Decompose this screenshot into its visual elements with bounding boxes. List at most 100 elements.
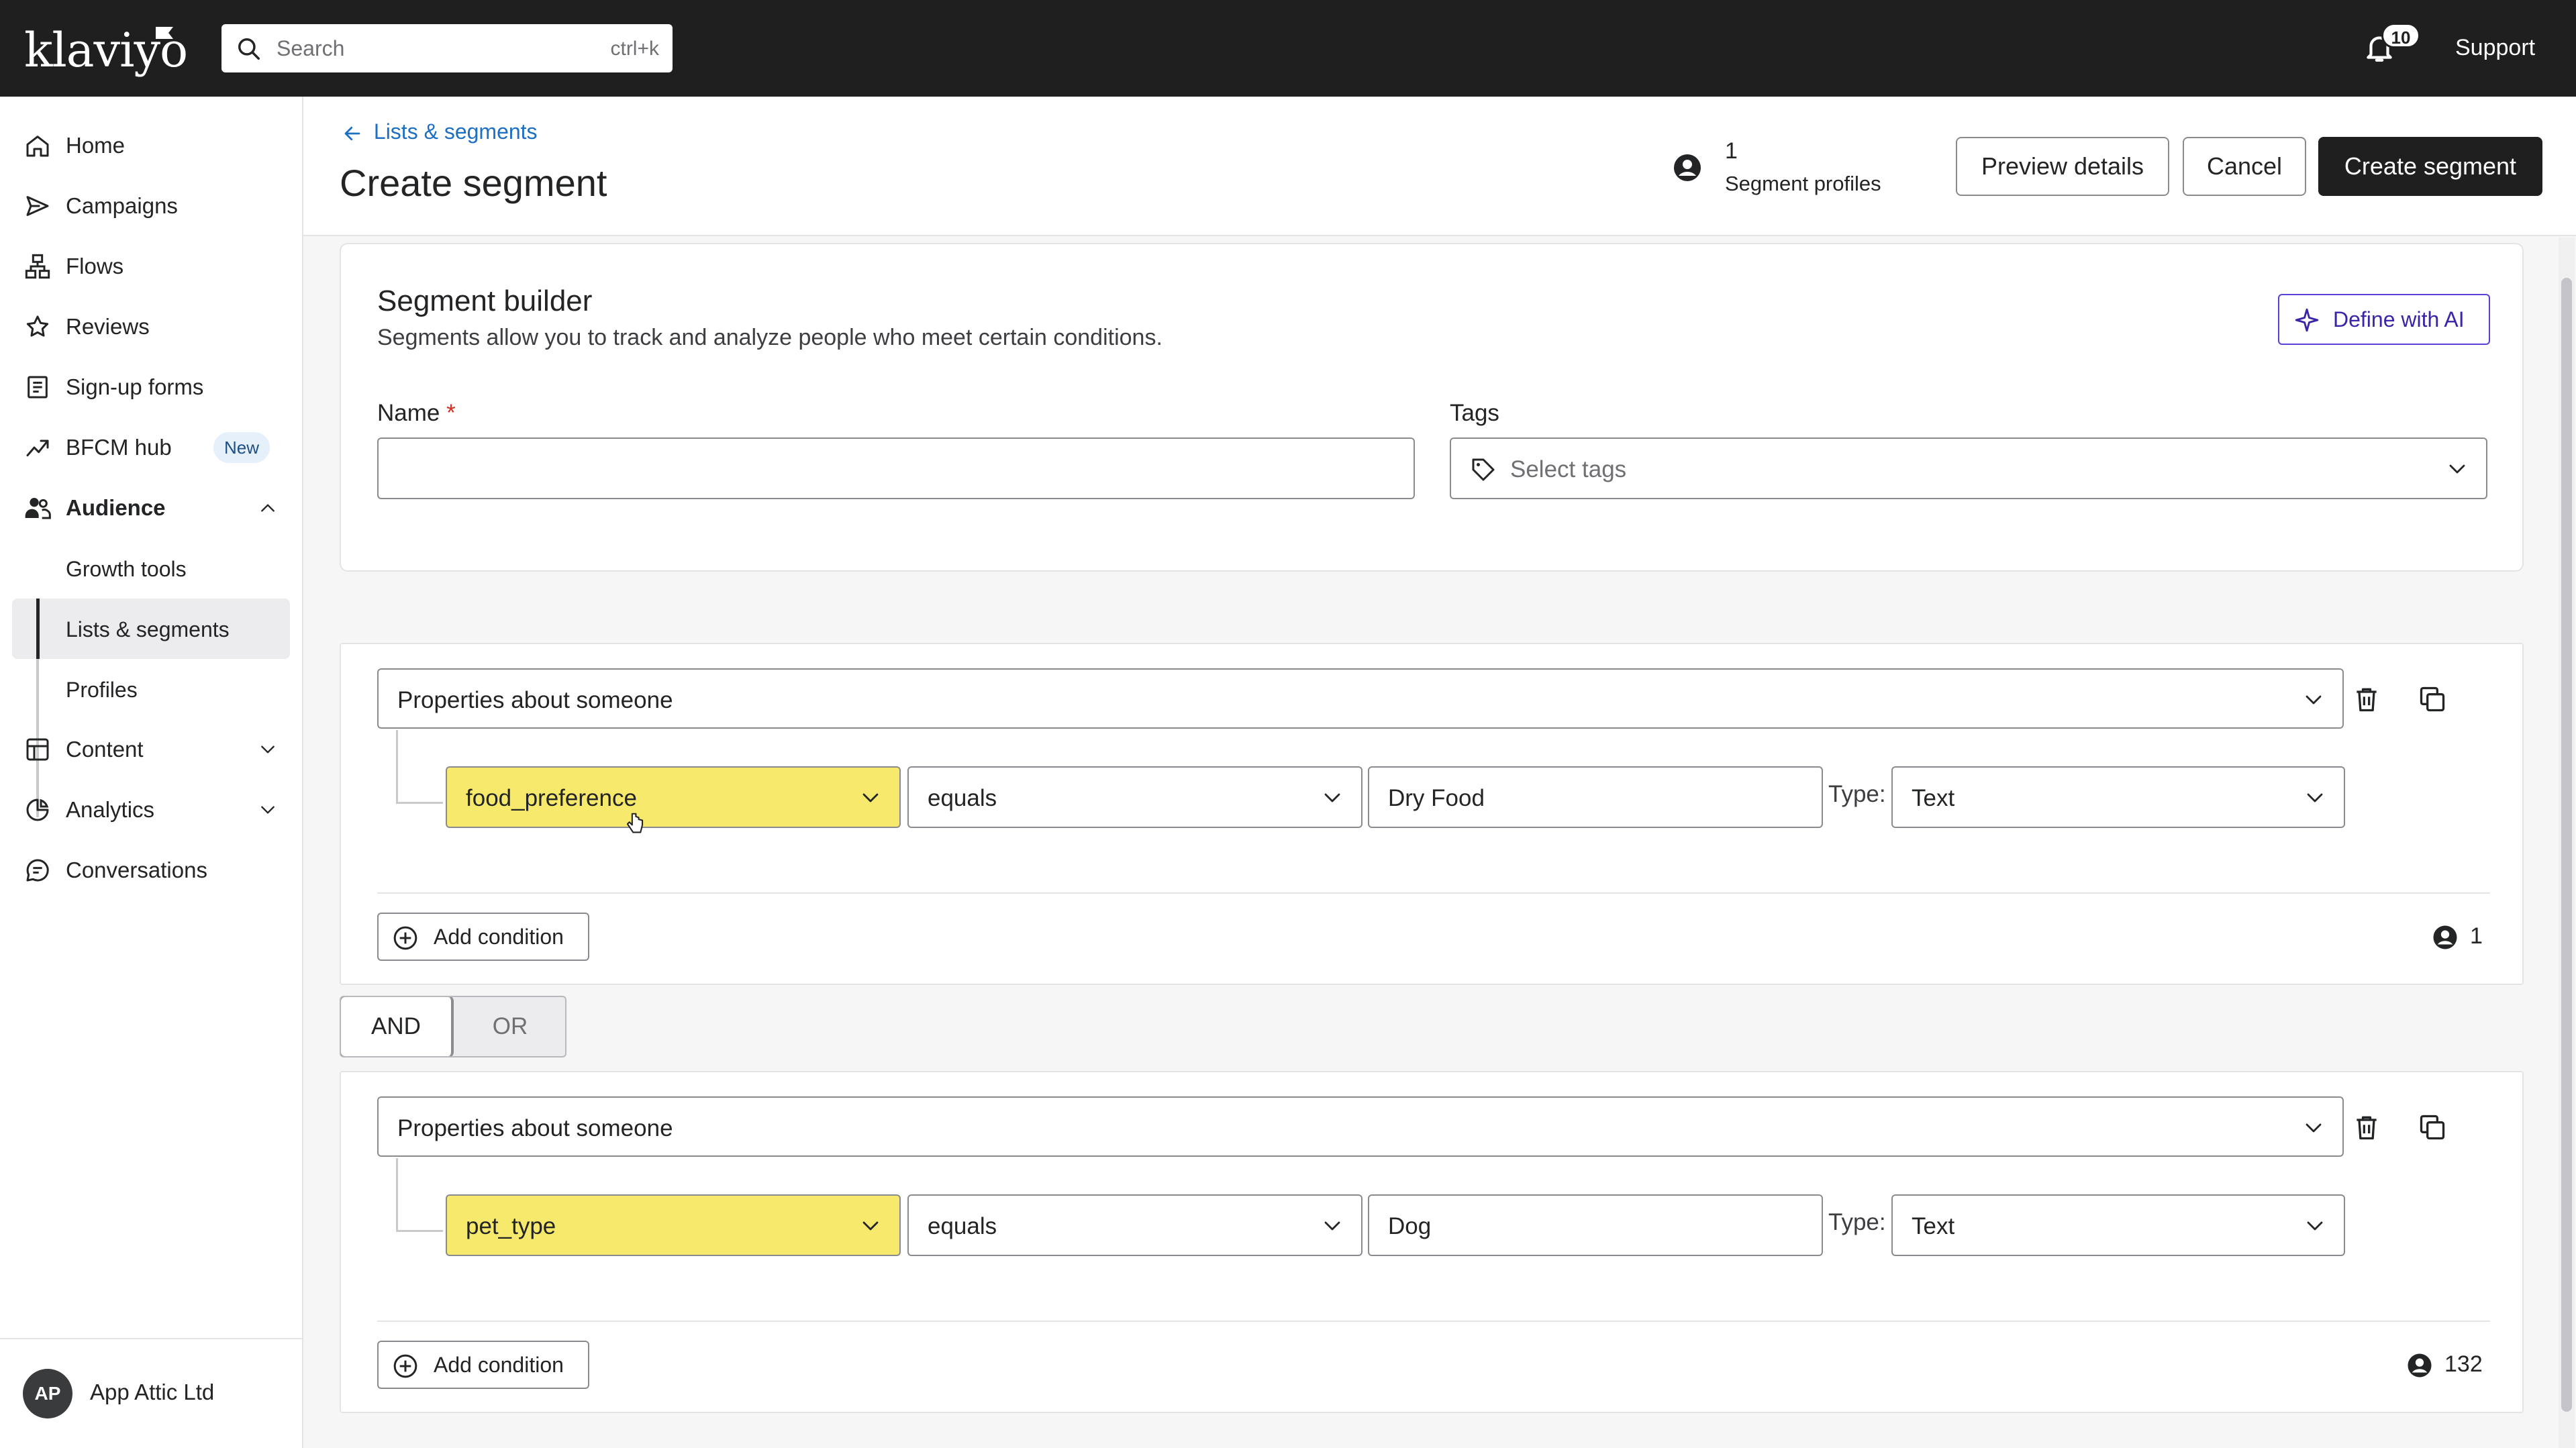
scrollbar-thumb[interactable] xyxy=(2561,278,2572,1412)
operator-value: equals xyxy=(928,1213,997,1239)
add-condition-label: Add condition xyxy=(434,1353,564,1377)
sidebar-subitem-growth-tools[interactable]: Growth tools xyxy=(12,538,290,599)
sidebar-item-signup-forms[interactable]: Sign-up forms xyxy=(12,357,290,417)
name-label-text: Name xyxy=(377,400,440,426)
condition-group: Properties about someone food_preference… xyxy=(340,643,2524,985)
type-label: Type: xyxy=(1828,781,1886,807)
sidebar-item-home[interactable]: Home xyxy=(12,115,290,176)
preview-details-button[interactable]: Preview details xyxy=(1956,137,2169,196)
trash-icon[interactable] xyxy=(2352,1113,2381,1142)
search-input[interactable]: Search ctrl+k xyxy=(221,24,673,72)
segment-builder-card: Segment builder Segments allow you to tr… xyxy=(340,243,2524,572)
sidebar-item-audience[interactable]: Audience xyxy=(12,478,290,538)
back-link[interactable]: Lists & segments xyxy=(341,119,538,144)
chevron-down-icon xyxy=(261,745,275,754)
duplicate-icon[interactable] xyxy=(2418,1113,2447,1142)
sidebar-subitem-profiles[interactable]: Profiles xyxy=(12,659,290,719)
trash-icon[interactable] xyxy=(2352,684,2381,714)
property-select[interactable]: pet_type xyxy=(446,1194,901,1256)
chevron-down-icon xyxy=(862,793,879,803)
type-select[interactable]: Text xyxy=(1891,1194,2345,1256)
logic-toggle: AND OR xyxy=(340,996,566,1057)
add-condition-button[interactable]: Add condition xyxy=(377,913,589,961)
plus-circle-icon xyxy=(393,926,417,950)
operator-value: equals xyxy=(928,785,997,811)
add-condition-button[interactable]: Add condition xyxy=(377,1341,589,1389)
main-scrollbar[interactable] xyxy=(2559,238,2575,1448)
logo-flag-icon xyxy=(156,27,173,39)
segment-profile-label: Segment profiles xyxy=(1725,172,1881,195)
condition-group: Properties about someone pet_type equals… xyxy=(340,1071,2524,1413)
sidebar-item-label: Reviews xyxy=(66,314,150,339)
page-title: Create segment xyxy=(340,162,607,204)
builder-subtitle: Segments allow you to track and analyze … xyxy=(377,325,1162,350)
plus-circle-icon xyxy=(393,1354,417,1378)
group-profile-count-value: 132 xyxy=(2444,1351,2483,1377)
chevron-down-icon xyxy=(2449,464,2465,474)
type-value: Text xyxy=(1912,1213,1955,1239)
search-placeholder: Search xyxy=(277,36,345,60)
or-option[interactable]: OR xyxy=(454,997,565,1056)
definition-value: Properties about someone xyxy=(397,1115,673,1141)
duplicate-icon[interactable] xyxy=(2418,684,2447,714)
sparkle-icon xyxy=(2295,308,2319,332)
name-field[interactable] xyxy=(377,437,1415,499)
chevron-down-icon xyxy=(2307,793,2323,803)
arrow-left-icon xyxy=(344,126,360,140)
name-label: Name * xyxy=(377,400,456,427)
star-icon xyxy=(26,315,49,337)
sidebar-item-analytics[interactable]: Analytics xyxy=(12,780,290,840)
sidebar-item-label: Audience xyxy=(66,495,166,520)
notification-count-badge: 10 xyxy=(2381,23,2420,48)
search-shortcut: ctrl+k xyxy=(610,38,659,60)
operator-select[interactable]: equals xyxy=(907,766,1363,828)
profile-icon xyxy=(2433,925,2457,949)
divider xyxy=(377,1321,2490,1322)
value-input[interactable]: Dog xyxy=(1368,1194,1823,1256)
sidebar-item-bfcm-hub[interactable]: BFCM hub New xyxy=(12,417,290,478)
create-segment-button[interactable]: Create segment xyxy=(2318,137,2542,196)
value-input[interactable]: Dry Food xyxy=(1368,766,1823,828)
and-option[interactable]: AND xyxy=(341,997,454,1056)
definition-select[interactable]: Properties about someone xyxy=(377,668,2344,729)
property-select[interactable]: food_preference xyxy=(446,766,901,828)
new-badge: New xyxy=(213,432,270,463)
home-icon xyxy=(26,136,49,157)
chevron-down-icon xyxy=(862,1221,879,1231)
define-with-ai-button[interactable]: Define with AI xyxy=(2278,294,2490,345)
tags-select[interactable]: Select tags xyxy=(1450,437,2487,499)
send-icon xyxy=(26,196,49,216)
avatar: AP xyxy=(23,1369,72,1418)
value-text: Dog xyxy=(1388,1213,1432,1239)
type-select[interactable]: Text xyxy=(1891,766,2345,828)
sidebar-item-label: Home xyxy=(66,133,126,158)
top-bar: klaviyo Search ctrl+k 10 Support xyxy=(0,0,2576,97)
tag-icon xyxy=(1472,458,1495,481)
people-icon xyxy=(25,498,51,519)
sidebar-item-label: Campaigns xyxy=(66,193,178,218)
chevron-down-icon xyxy=(2306,695,2322,705)
mouse-cursor-icon xyxy=(626,813,644,833)
sidebar-subitem-lists-segments[interactable]: Lists & segments xyxy=(12,599,290,659)
sidebar-item-label: Sign-up forms xyxy=(66,374,204,399)
cancel-button[interactable]: Cancel xyxy=(2183,137,2306,196)
sidebar-item-flows[interactable]: Flows xyxy=(12,236,290,297)
sidebar-item-conversations[interactable]: Conversations xyxy=(12,840,290,900)
tags-placeholder: Select tags xyxy=(1510,456,1627,482)
property-value: food_preference xyxy=(466,785,637,811)
account-switcher[interactable]: AP App Attic Ltd xyxy=(0,1338,302,1448)
chat-icon xyxy=(26,859,49,882)
profile-icon xyxy=(1674,154,1701,181)
sidebar-item-reviews[interactable]: Reviews xyxy=(12,297,290,357)
support-link[interactable]: Support xyxy=(2455,35,2535,61)
sidebar-subitem-label: Growth tools xyxy=(66,557,187,581)
operator-select[interactable]: equals xyxy=(907,1194,1363,1256)
flows-icon xyxy=(25,254,50,279)
segment-profile-count: 1 xyxy=(1725,138,1738,164)
definition-select[interactable]: Properties about someone xyxy=(377,1096,2344,1157)
company-name: App Attic Ltd xyxy=(90,1380,215,1404)
sidebar-item-content[interactable]: Content xyxy=(12,719,290,780)
sidebar-item-label: Analytics xyxy=(66,797,155,822)
sidebar-subitem-label: Lists & segments xyxy=(66,617,230,641)
sidebar-item-campaigns[interactable]: Campaigns xyxy=(12,176,290,236)
